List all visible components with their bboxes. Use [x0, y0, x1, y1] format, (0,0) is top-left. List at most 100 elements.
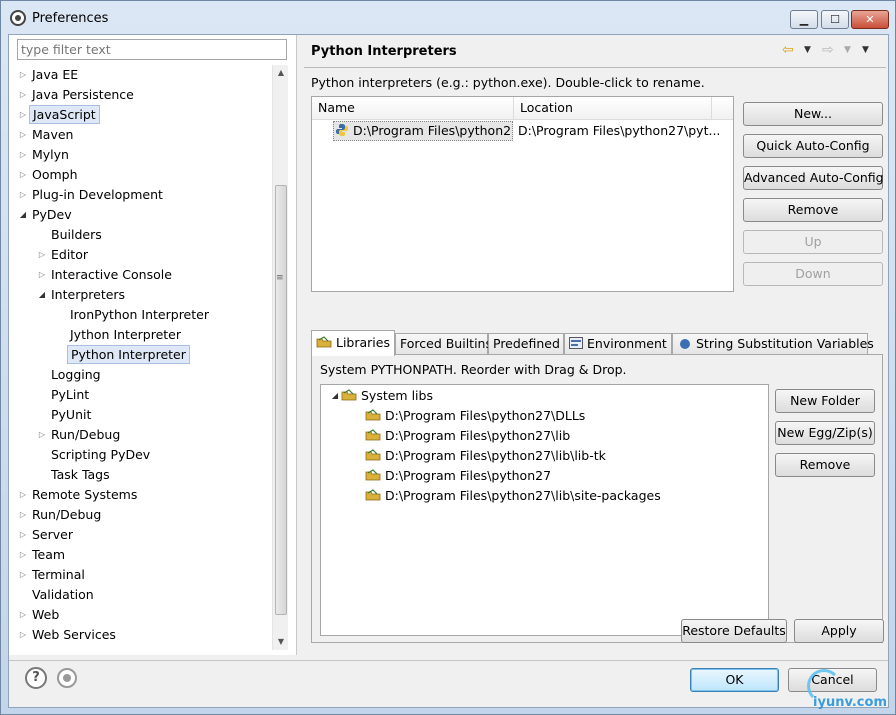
apply-button[interactable]: Apply [794, 619, 884, 643]
tree-item[interactable]: Logging [36, 365, 104, 385]
expand-arrow-icon[interactable]: ◢ [329, 386, 341, 406]
tree-item[interactable]: Builders [36, 225, 105, 245]
scroll-down-icon[interactable]: ▼ [273, 634, 289, 650]
collapsed-arrow-icon[interactable]: ▷ [17, 165, 29, 185]
scroll-up-icon[interactable]: ▲ [273, 65, 289, 81]
quick-auto-config-button[interactable]: Quick Auto-Config [743, 134, 883, 158]
tab-environment[interactable]: Environment [564, 333, 672, 355]
tree-item[interactable]: IronPython Interpreter [55, 305, 212, 325]
new-folder-button[interactable]: New Folder [775, 389, 875, 413]
tab-string-substitution[interactable]: String Substitution Variables [672, 333, 874, 355]
filter-input[interactable] [17, 39, 287, 60]
remove-interpreter-button[interactable]: Remove [743, 198, 883, 222]
library-path-item[interactable]: D:\Program Files\python27\lib\lib-tk [365, 446, 606, 466]
collapsed-arrow-icon[interactable]: ▷ [17, 85, 29, 105]
tab-predefined[interactable]: Predefined [488, 333, 564, 355]
collapsed-arrow-icon[interactable]: ▷ [17, 505, 29, 525]
tree-item[interactable]: ▷ Java EE [17, 65, 81, 85]
tab-libraries-label: Libraries [336, 335, 390, 350]
tree-item[interactable]: ▷ Mylyn [17, 145, 72, 165]
tree-item-label: Plug-in Development [32, 187, 163, 202]
back-menu-chevron-icon[interactable]: ▼ [804, 41, 811, 59]
down-button[interactable]: Down [743, 262, 883, 286]
tree-item[interactable]: ▷ Web Services [17, 625, 119, 645]
tree-item[interactable]: Jython Interpreter [55, 325, 184, 345]
up-button[interactable]: Up [743, 230, 883, 254]
system-libs-tree[interactable]: ◢ System libs D:\Program Files\python27\D… [320, 384, 769, 636]
column-header-name[interactable]: Name [312, 97, 514, 120]
tree-item[interactable]: ▷ Team [17, 545, 68, 565]
tree-item[interactable]: PyLint [36, 385, 92, 405]
collapsed-arrow-icon[interactable]: ▷ [17, 565, 29, 585]
library-path-item[interactable]: D:\Program Files\python27\lib [365, 426, 570, 446]
expanded-arrow-icon[interactable]: ◢ [17, 205, 29, 225]
remove-library-button[interactable]: Remove [775, 453, 875, 477]
collapsed-arrow-icon[interactable]: ▷ [17, 625, 29, 645]
library-folder-icon [365, 489, 381, 501]
tree-item[interactable]: ▷ Remote Systems [17, 485, 140, 505]
record-icon[interactable] [57, 668, 77, 688]
interpreters-table[interactable]: Name Location D:\Program Files\python27 … [311, 96, 734, 292]
advanced-auto-config-button[interactable]: Advanced Auto-Config [743, 166, 884, 190]
interpreter-name-cell[interactable]: D:\Program Files\python27 [333, 121, 513, 141]
tree-item[interactable]: ▷ Web [17, 605, 62, 625]
tree-item[interactable]: ▷ Oomph [17, 165, 81, 185]
tree-item[interactable]: ◢ PyDev [17, 205, 75, 225]
library-path-item[interactable]: D:\Program Files\python27 [365, 466, 551, 486]
collapsed-arrow-icon[interactable]: ▷ [36, 425, 48, 445]
view-menu-chevron-icon[interactable]: ▼ [862, 41, 869, 59]
collapsed-arrow-icon[interactable]: ▷ [17, 605, 29, 625]
column-header-location[interactable]: Location [514, 97, 712, 120]
tree-item[interactable]: ▷ Run/Debug [36, 425, 123, 445]
library-path-item[interactable]: D:\Program Files\python27\DLLs [365, 406, 585, 426]
forward-arrow-icon[interactable]: ⇨ [822, 41, 834, 59]
ok-button[interactable]: OK [690, 668, 779, 692]
help-icon[interactable]: ? [25, 667, 47, 689]
tree-item[interactable]: ◢ Interpreters [36, 285, 128, 305]
tree-item[interactable]: ▷ Run/Debug [17, 505, 104, 525]
tree-scrollbar[interactable]: ▲ ≡ ▼ [272, 65, 288, 650]
close-button[interactable]: ✕ [851, 10, 889, 29]
collapsed-arrow-icon[interactable]: ▷ [17, 105, 29, 125]
expanded-arrow-icon[interactable]: ◢ [36, 285, 48, 305]
tree-item[interactable]: ▷ Java Persistence [17, 85, 137, 105]
tree-item[interactable]: ▷ Maven [17, 125, 76, 145]
tree-item[interactable]: ▷ Server [17, 525, 76, 545]
collapsed-arrow-icon[interactable]: ▷ [17, 545, 29, 565]
tree-item[interactable]: ▷ Terminal [17, 565, 88, 585]
new-interpreter-button[interactable]: New... [743, 102, 883, 126]
tree-item[interactable]: Python Interpreter [55, 345, 190, 365]
collapsed-arrow-icon[interactable]: ▷ [17, 65, 29, 85]
tree-item[interactable]: ▷ Interactive Console [36, 265, 175, 285]
tree-item[interactable]: Task Tags [36, 465, 113, 485]
tree-item[interactable]: ▷ Editor [36, 245, 91, 265]
collapsed-arrow-icon[interactable]: ▷ [17, 185, 29, 205]
tree-item[interactable]: ▷ JavaScript [17, 105, 100, 125]
back-arrow-icon[interactable]: ⇦ [782, 41, 794, 59]
collapsed-arrow-icon[interactable]: ▷ [17, 485, 29, 505]
restore-defaults-button[interactable]: Restore Defaults [681, 619, 787, 643]
interpreter-name: D:\Program Files\python27 [353, 123, 513, 138]
table-row[interactable]: D:\Program Files\python27 D:\Program Fil… [312, 121, 733, 141]
minimize-button[interactable]: ▁ [790, 10, 818, 29]
tab-forced-builtins[interactable]: Forced Builtins [395, 333, 492, 355]
tree-item[interactable]: ▷ Plug-in Development [17, 185, 166, 205]
maximize-button[interactable]: ☐ [821, 10, 849, 29]
collapsed-arrow-icon[interactable]: ▷ [17, 125, 29, 145]
collapsed-arrow-icon[interactable]: ▷ [36, 245, 48, 265]
tree-item[interactable]: Scripting PyDev [36, 445, 153, 465]
tab-libraries[interactable]: Libraries [311, 330, 395, 356]
tree-item[interactable]: PyUnit [36, 405, 94, 425]
tree-item[interactable]: Validation [17, 585, 97, 605]
window-title: Preferences [32, 11, 109, 26]
new-egg-zip-button[interactable]: New Egg/Zip(s) [775, 421, 875, 445]
scroll-thumb[interactable] [275, 185, 287, 615]
system-libs-node[interactable]: ◢ System libs [329, 386, 433, 406]
collapsed-arrow-icon[interactable]: ▷ [17, 145, 29, 165]
preference-tree[interactable]: ▷ Java EE ▷ Java Persistence ▷ JavaScript ▷ Mav… [9, 65, 271, 650]
collapsed-arrow-icon[interactable]: ▷ [36, 265, 48, 285]
library-path-item[interactable]: D:\Program Files\python27\lib\site-packa… [365, 486, 661, 506]
forward-menu-chevron-icon[interactable]: ▼ [844, 41, 851, 59]
collapsed-arrow-icon[interactable]: ▷ [17, 525, 29, 545]
title-bar[interactable]: Preferences ▁ ☐ ✕ [1, 1, 895, 35]
